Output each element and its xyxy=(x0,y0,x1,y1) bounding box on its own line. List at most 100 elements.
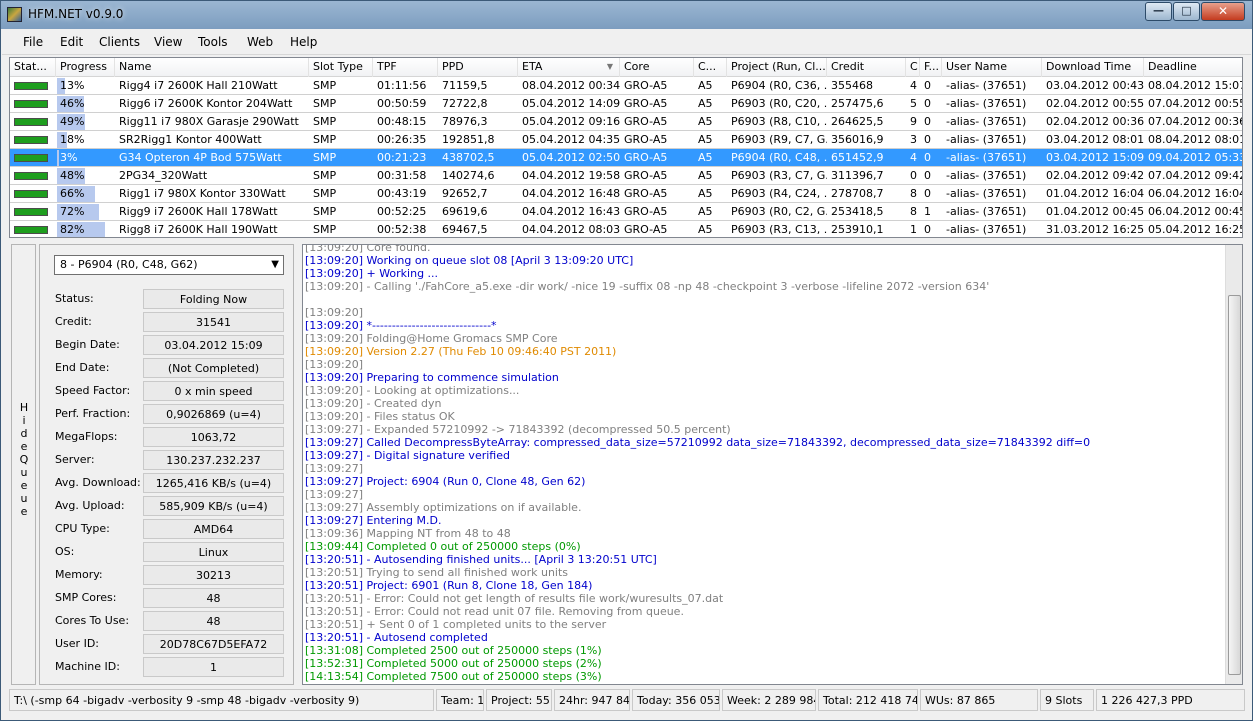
cell-core-version: A5 xyxy=(698,205,713,218)
header-col-completed[interactable]: C xyxy=(906,58,920,77)
status-24hr: 24hr: 947 840 xyxy=(554,689,630,711)
cell-user-name: -alias- (37651) xyxy=(946,223,1027,236)
log-line: [13:20:51] - Error: Could not read unit … xyxy=(305,605,684,618)
header-col-slot-type[interactable]: Slot Type xyxy=(309,58,373,77)
detail-value: AMD64 xyxy=(143,519,284,539)
table-row[interactable]: 18% SR2Rigg1 Kontor 400Watt SMP 00:26:35 192… xyxy=(10,131,1243,149)
sort-arrow-icon: ▼ xyxy=(606,62,613,71)
cell-download-time: 02.04.2012 00:36 xyxy=(1046,115,1144,128)
menu-help[interactable]: Help xyxy=(290,35,317,49)
detail-value: 30213 xyxy=(143,565,284,585)
status-indicator xyxy=(14,208,48,216)
cell-name: Rigg9 i7 2600K Hall 178Watt xyxy=(119,205,278,218)
chevron-down-icon[interactable]: ▼ xyxy=(271,259,279,270)
detail-label: Machine ID: xyxy=(55,660,120,673)
log-scrollbar[interactable] xyxy=(1225,245,1242,684)
header-col-failed[interactable]: F... xyxy=(920,58,942,77)
header-col-user-name[interactable]: User Name xyxy=(942,58,1042,77)
table-row[interactable]: 72% Rigg9 i7 2600K Hall 178Watt SMP 00:52:2… xyxy=(10,203,1243,221)
cell-completed: 4 xyxy=(910,79,917,92)
cell-progress: 82% xyxy=(60,223,85,236)
cell-deadline: 07.04.2012 00:36 xyxy=(1148,115,1243,128)
menu-web[interactable]: Web xyxy=(247,35,273,49)
cell-tpf: 00:26:35 xyxy=(377,133,427,146)
header-col-core-version[interactable]: C... xyxy=(694,58,727,77)
cell-project: P6904 (R0, C36, ... xyxy=(731,79,827,92)
cell-ppd: 69619,6 xyxy=(442,205,488,218)
cell-failed: 1 xyxy=(924,205,931,218)
header-col-project[interactable]: Project (Run, Cl... xyxy=(727,58,827,77)
menu-clients[interactable]: Clients xyxy=(99,35,140,49)
cell-project: P6903 (R3, C13, ... xyxy=(731,223,827,236)
header-col-download-time[interactable]: Download Time xyxy=(1042,58,1144,77)
table-row[interactable]: 46% Rigg6 i7 2600K Kontor 204Watt SMP 00:50… xyxy=(10,95,1242,113)
header-col-progress[interactable]: Progress xyxy=(56,58,115,77)
menu-tools[interactable]: Tools xyxy=(198,35,228,49)
cell-core-version: A5 xyxy=(698,169,713,182)
log-scrollbar-thumb[interactable] xyxy=(1228,295,1241,675)
header-col-eta[interactable]: ETA ▼ xyxy=(518,58,620,77)
cell-failed: 0 xyxy=(924,169,931,182)
cell-credit: 257475,6 xyxy=(831,97,884,110)
menu-file[interactable]: File xyxy=(23,35,43,49)
menu-edit[interactable]: Edit xyxy=(60,35,83,49)
header-col-name[interactable]: Name xyxy=(115,58,309,77)
cell-deadline: 08.04.2012 08:01 xyxy=(1148,133,1243,146)
cell-deadline: 06.04.2012 00:45 xyxy=(1148,205,1243,218)
cell-tpf: 00:52:25 xyxy=(377,205,427,218)
detail-label: CPU Type: xyxy=(55,522,110,535)
cell-core-version: A5 xyxy=(698,223,713,236)
cell-progress: 3% xyxy=(60,151,78,164)
table-row[interactable]: 66% Rigg1 i7 980X Kontor 330Watt SMP 00:43:… xyxy=(10,185,1242,203)
header-col-ppd[interactable]: PPD xyxy=(438,58,518,77)
close-button[interactable]: ✕ xyxy=(1201,2,1245,21)
table-row[interactable]: 48% 2PG34_320Watt SMP 00:31:58 140274,6 04.04… xyxy=(10,167,1242,185)
cell-completed: 9 xyxy=(910,115,917,128)
cell-user-name: -alias- (37651) xyxy=(946,151,1027,164)
cell-name: Rigg1 i7 980X Kontor 330Watt xyxy=(119,187,286,200)
cell-download-time: 02.04.2012 00:55 xyxy=(1046,97,1144,110)
cell-eta: 05.04.2012 04:35 xyxy=(522,133,620,146)
header-col-credit[interactable]: Credit xyxy=(827,58,906,77)
app-icon xyxy=(7,7,22,22)
header-col-core[interactable]: Core xyxy=(620,58,694,77)
cell-eta: 08.04.2012 00:34 xyxy=(522,79,620,92)
header-col-status[interactable]: Stat... xyxy=(10,58,56,77)
table-row[interactable]: 82% Rigg8 i7 2600K Hall 190Watt SMP 00:52:3… xyxy=(10,221,1242,237)
detail-value: 48 xyxy=(143,588,284,608)
status-project: Project: 55 xyxy=(486,689,552,711)
table-row[interactable]: 3% G34 Opteron 4P Bod 575Watt SMP 00:21:23 4… xyxy=(10,149,1242,167)
cell-credit: 355468 xyxy=(831,79,873,92)
slots-grid[interactable]: Stat... Progress Name Slot Type TPF PPD ETA ▼ Co… xyxy=(9,57,1243,238)
cell-credit: 278708,7 xyxy=(831,187,884,200)
status-today: Today: 356 053 xyxy=(632,689,720,711)
header-col-deadline[interactable]: Deadline xyxy=(1144,58,1242,77)
queue-slot-select[interactable]: 8 - P6904 (R0, C48, G62) ▼ xyxy=(54,255,284,275)
log-line: [13:20:51] Trying to send all finished w… xyxy=(305,566,569,579)
status-indicator xyxy=(14,226,48,234)
minimize-button[interactable]: — xyxy=(1145,2,1172,21)
cell-credit: 253418,5 xyxy=(831,205,884,218)
cell-failed: 0 xyxy=(924,115,931,128)
cell-download-time: 03.04.2012 08:01 xyxy=(1046,133,1144,146)
cell-credit: 311396,7 xyxy=(831,169,884,182)
menu-view[interactable]: View xyxy=(154,35,182,49)
cell-ppd: 69467,5 xyxy=(442,223,488,236)
status-args: T:\ (-smp 64 -bigadv -verbosity 9 -smp 4… xyxy=(9,689,434,711)
queue-details-panel: 8 - P6904 (R0, C48, G62) ▼ Status: Foldin… xyxy=(39,244,294,685)
table-row[interactable]: 49% Rigg11 i7 980X Garasje 290Watt SMP 00:4… xyxy=(10,113,1243,131)
log-line: [13:09:27] Entering M.D. xyxy=(305,514,442,527)
table-row[interactable]: 13% Rigg4 i7 2600K Hall 210Watt SMP 01:11:5… xyxy=(10,77,1242,95)
maximize-button[interactable]: □ xyxy=(1173,2,1200,21)
log-line: [13:52:31] Completed 5000 out of 250000 … xyxy=(305,657,602,670)
header-col-tpf[interactable]: TPF xyxy=(373,58,438,77)
status-indicator xyxy=(14,118,48,126)
title-bar[interactable]: HFM.NET v0.9.0 — □ ✕ xyxy=(1,1,1252,29)
log-line: [13:09:36] Mapping NT from 48 to 48 xyxy=(305,527,511,540)
log-line: [13:09:20] Core found. xyxy=(305,244,431,254)
log-viewer[interactable]: [13:09:20] Core found. [13:09:20] Working… xyxy=(302,244,1243,685)
log-line: [13:09:20] Folding@Home Gromacs SMP Core xyxy=(305,332,558,345)
cell-slot-type: SMP xyxy=(313,151,337,164)
log-line: [13:20:51] - Autosending finished units.… xyxy=(305,553,657,566)
hide-queue-button[interactable]: Hide Queue xyxy=(11,244,36,685)
